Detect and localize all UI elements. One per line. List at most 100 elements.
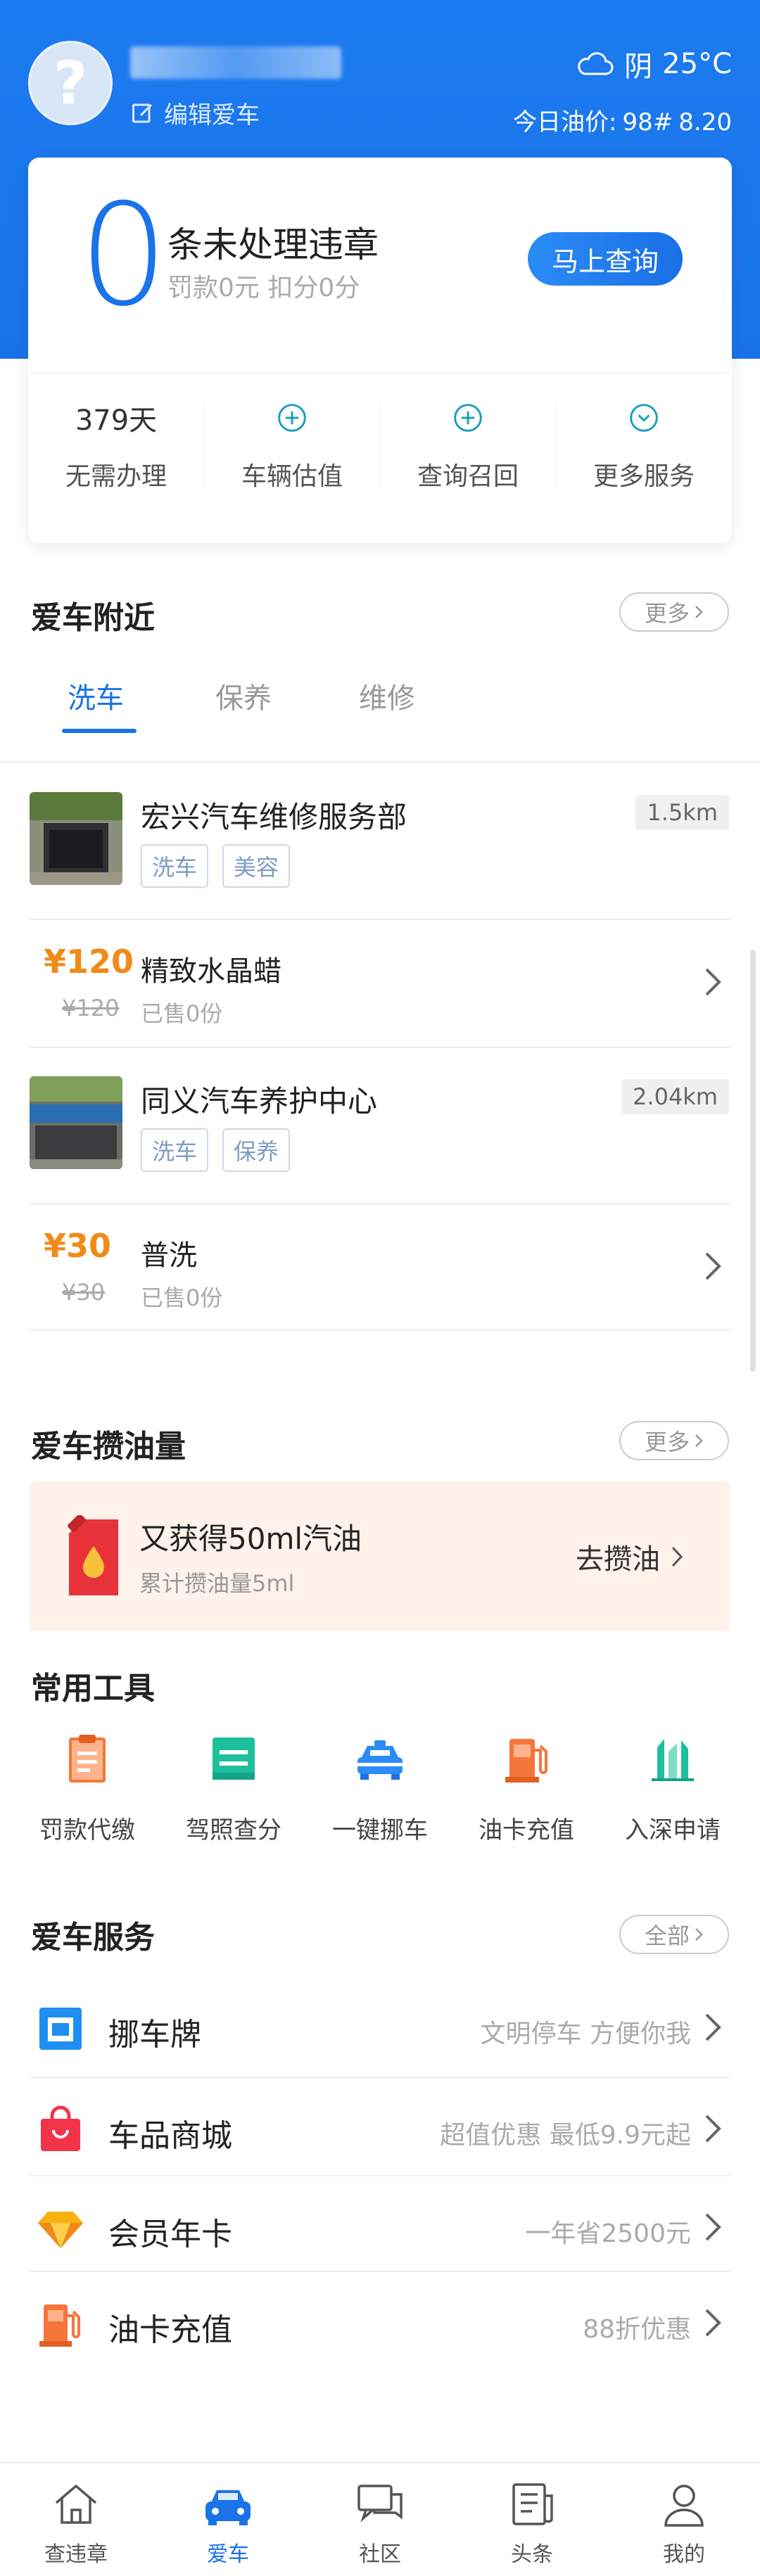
person-icon	[664, 2485, 704, 2527]
services-all-button[interactable]: 全部	[619, 1915, 729, 1954]
tabbar-item-violations[interactable]: 查违章	[0, 2463, 152, 2576]
tool-label: 驾照查分	[186, 1816, 281, 1844]
diamond-icon	[38, 2212, 83, 2248]
plus-circle-icon	[278, 404, 306, 432]
quick-label: 车辆估值	[241, 462, 343, 491]
chevron-right-icon	[705, 2115, 721, 2143]
deal-original-price: ¥30	[62, 1279, 106, 1306]
tabbar-item-headlines[interactable]: 头条	[456, 2463, 608, 2576]
fuel-can-icon	[68, 1515, 118, 1595]
more-label: 更多	[644, 1429, 690, 1455]
shop-tags: 洗车 美容	[141, 844, 291, 888]
tag: 美容	[222, 844, 291, 888]
service-item-membership[interactable]: 会员年卡 一年省2500元	[0, 2176, 760, 2275]
service-item-oil-card[interactable]: 油卡充值 88折优惠	[0, 2272, 760, 2371]
tool-shenzhen-entry[interactable]: 入深申请	[600, 1730, 746, 1871]
card-divider	[28, 373, 732, 374]
deal-sold: 已售0份	[141, 1284, 223, 1311]
plate-icon	[39, 2008, 82, 2050]
shop-photo	[30, 792, 122, 885]
service-hint: 超值优惠 最低9.9元起	[440, 2121, 691, 2150]
tab-maintenance[interactable]: 保养	[215, 675, 272, 716]
tabbar-label: 爱车	[207, 2542, 249, 2567]
tabs-divider	[0, 761, 760, 763]
section-title-nearby: 爱车附近	[31, 600, 155, 636]
quick-item-valuation[interactable]: 车辆估值	[204, 397, 380, 523]
all-label: 全部	[644, 1923, 690, 1949]
fuel-pump-icon	[39, 2304, 80, 2347]
deal-name: 精致水晶蜡	[141, 955, 281, 988]
oil-price-grade: 98#	[622, 108, 673, 136]
days-count: 379天	[75, 404, 158, 437]
deal-item[interactable]: ¥30 ¥30 普洗 已售0份	[0, 1204, 760, 1331]
avatar-placeholder-icon: ?	[53, 49, 88, 117]
tag: 保养	[222, 1128, 291, 1172]
shop-name: 宏兴汽车维修服务部	[141, 800, 407, 834]
tabbar-item-mine[interactable]: 我的	[608, 2463, 760, 2576]
license-card-icon	[213, 1737, 255, 1780]
deal-price: ¥30	[44, 1227, 112, 1265]
deal-item[interactable]: ¥120 ¥120 精致水晶蜡 已售0份	[0, 920, 760, 1047]
nearby-tabs: 洗车 保养 维修	[0, 675, 760, 760]
deal-price: ¥120	[44, 943, 134, 981]
quick-item-more-services[interactable]: 更多服务	[556, 397, 732, 523]
chevron-right-icon	[705, 2213, 721, 2241]
violation-count: 0	[79, 174, 169, 338]
car-icon	[205, 2490, 251, 2525]
tabbar-item-my-car[interactable]: 爱车	[152, 2463, 304, 2576]
tools-grid: 罚款代缴 驾照查分 一键挪车 油卡充值 入深申请	[0, 1730, 760, 1871]
service-hint: 文明停车 方便你我	[480, 2020, 691, 2048]
oil-saving-more-button[interactable]: 更多	[619, 1421, 729, 1460]
service-hint: 88折优惠	[583, 2315, 691, 2344]
news-icon	[512, 2483, 553, 2525]
avatar[interactable]: ?	[28, 41, 113, 125]
service-item-mall[interactable]: 车品商城 超值优惠 最低9.9元起	[0, 2078, 760, 2176]
tool-move-car[interactable]: 一键挪车	[307, 1730, 453, 1871]
edit-car-link[interactable]: 编辑爱车	[130, 96, 260, 130]
tab-repair[interactable]: 维修	[359, 675, 415, 716]
oil-banner-title: 又获得50ml汽油	[139, 1522, 362, 1556]
fuel-pump-icon	[505, 1739, 547, 1783]
tabbar-label: 头条	[511, 2542, 553, 2567]
home-icon	[55, 2484, 97, 2524]
go-save-oil-button[interactable]: 去攒油	[576, 1536, 684, 1577]
section-title-oil-saving: 爱车攒油量	[31, 1429, 186, 1465]
tabbar-item-community[interactable]: 社区	[304, 2463, 456, 2576]
tool-label: 罚款代缴	[39, 1816, 135, 1844]
tabbar-label: 社区	[359, 2542, 401, 2567]
weather: 阴 25°C	[575, 44, 732, 84]
section-title-services: 爱车服务	[31, 1920, 155, 1956]
service-item-plate[interactable]: 挪车牌 文明停车 方便你我	[0, 1977, 760, 2075]
shop-item[interactable]: 宏兴汽车维修服务部 1.5km 洗车 美容	[0, 764, 760, 920]
tool-fine-payment[interactable]: 罚款代缴	[14, 1730, 160, 1871]
edit-icon	[132, 103, 153, 122]
shop-distance: 2.04km	[621, 1079, 729, 1114]
tab-wash[interactable]: 洗车	[68, 675, 124, 716]
row-divider	[30, 1330, 730, 1331]
query-now-button[interactable]: 马上查询	[528, 232, 683, 286]
oil-price: 今日油价: 98# 8.20	[513, 103, 732, 137]
violation-fine-summary: 罚款0元 扣分0分	[167, 274, 360, 302]
service-name: 会员年卡	[108, 2217, 232, 2252]
quick-item-no-action[interactable]: 379天 无需办理	[28, 397, 204, 523]
active-tab-indicator	[62, 729, 137, 733]
deal-name: 普洗	[141, 1239, 197, 1272]
chevron-right-icon	[705, 2013, 721, 2041]
edit-car-label: 编辑爱车	[164, 101, 260, 129]
tool-oil-card[interactable]: 油卡充值	[453, 1730, 600, 1871]
chevron-right-icon	[695, 1928, 703, 1941]
scrollbar[interactable]	[750, 950, 756, 1372]
quick-label: 无需办理	[65, 462, 167, 491]
oil-banner-subtitle: 累计攒油量5ml	[139, 1570, 295, 1597]
shop-item[interactable]: 同义汽车养护中心 2.04km 洗车 保养	[0, 1048, 760, 1204]
bottom-tab-bar: 查违章 爱车 社区 头条 我的	[0, 2462, 760, 2576]
quick-item-recall[interactable]: 查询召回	[380, 397, 556, 523]
service-hint: 一年省2500元	[525, 2219, 691, 2248]
shop-photo	[30, 1076, 122, 1169]
tag: 洗车	[141, 1128, 209, 1172]
nearby-more-button[interactable]: 更多	[619, 592, 729, 632]
weather-condition: 阴	[624, 51, 653, 83]
chevron-right-icon	[671, 1546, 683, 1567]
oil-saving-banner[interactable]: 又获得50ml汽油 累计攒油量5ml 去攒油	[30, 1481, 730, 1631]
tool-license-points[interactable]: 驾照查分	[160, 1730, 307, 1871]
